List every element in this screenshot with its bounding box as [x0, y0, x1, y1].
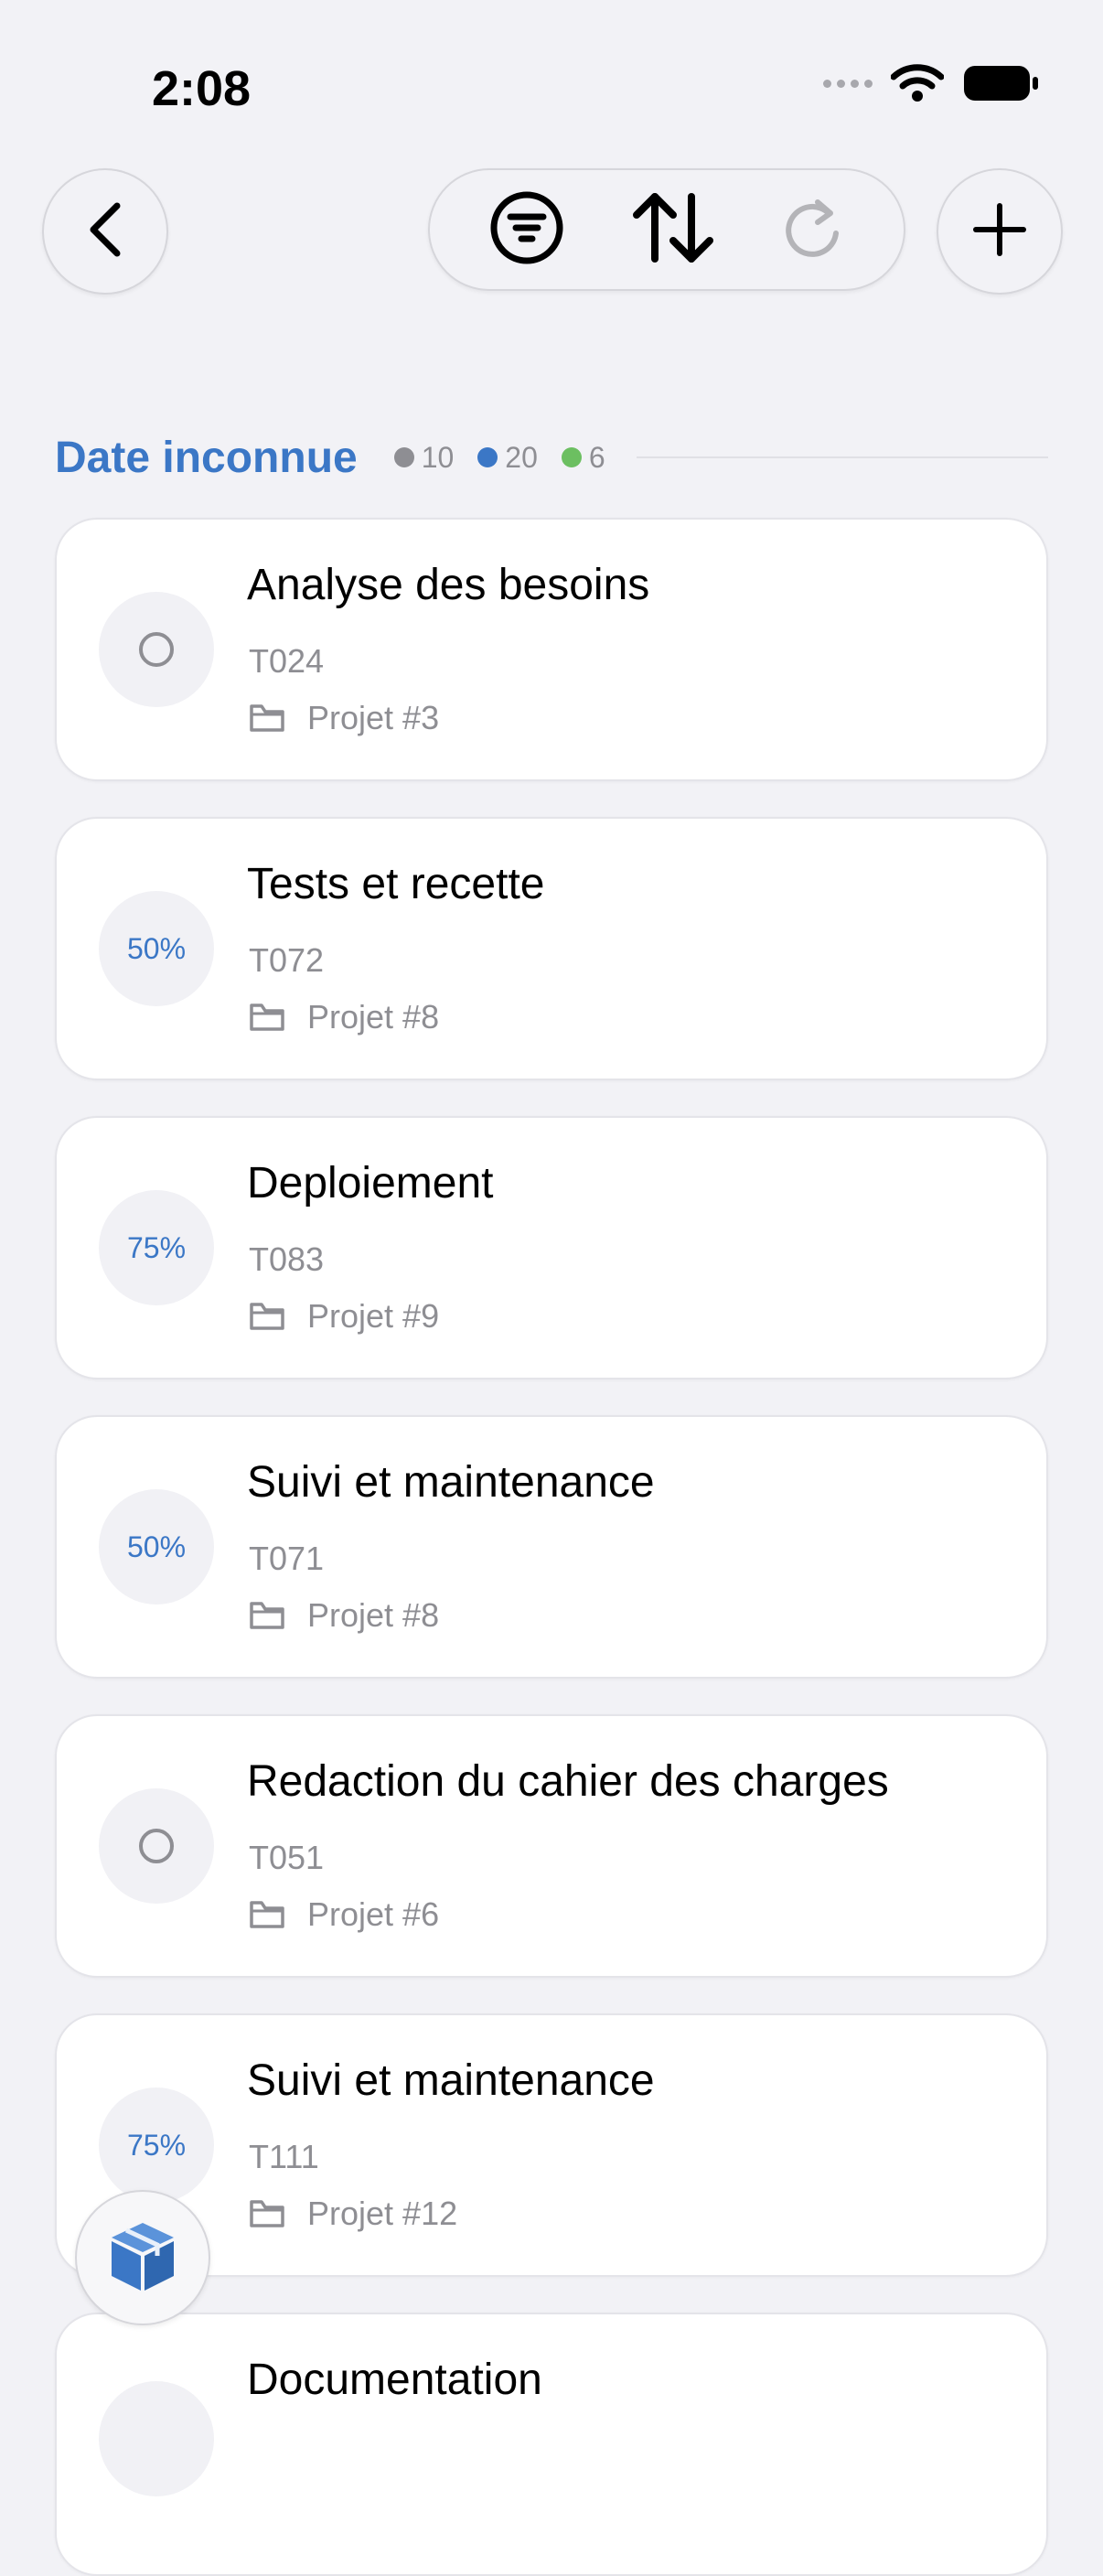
task-progress[interactable]: 50% — [99, 1489, 214, 1605]
task-card[interactable]: Documentation — [55, 2313, 1048, 2576]
status-time: 2:08 — [152, 61, 252, 116]
sort-icon — [627, 192, 719, 270]
folder-icon — [249, 1301, 285, 1332]
chevron-left-icon — [82, 200, 128, 263]
section-header: Date inconnue 10 20 6 — [55, 430, 1048, 485]
filter-icon — [488, 191, 565, 270]
empty-circle-icon — [139, 1829, 174, 1863]
task-card[interactable]: 75% Deploiement T083 Projet #9 — [55, 1116, 1048, 1379]
task-project: Projet #12 — [249, 2195, 457, 2233]
task-title: Suivi et maintenance — [247, 2056, 655, 2105]
toolbar-actions — [428, 168, 905, 291]
cellular-signal-icon — [823, 79, 873, 88]
status-indicators — [823, 64, 1039, 102]
task-code: T024 — [249, 642, 325, 680]
task-project-label: Projet #8 — [307, 998, 440, 1036]
in-progress-dot-icon — [477, 447, 498, 467]
status-counts: 10 20 6 — [393, 441, 605, 475]
task-title: Deploiement — [247, 1159, 494, 1208]
done-dot-icon — [561, 447, 582, 467]
task-card[interactable]: 50% Suivi et maintenance T071 Projet #8 — [55, 1415, 1048, 1679]
task-code: T111 — [249, 2138, 319, 2175]
back-button[interactable] — [42, 168, 168, 295]
task-code: T083 — [249, 1240, 325, 1278]
task-project: Projet #6 — [249, 1895, 439, 1934]
task-project-label: Projet #9 — [307, 1297, 440, 1335]
empty-circle-icon — [139, 632, 174, 667]
app-fab-button[interactable] — [75, 2190, 210, 2325]
task-project-label: Projet #3 — [307, 699, 440, 736]
task-project-label: Projet #12 — [307, 2195, 458, 2232]
task-project: Projet #8 — [249, 998, 439, 1036]
task-code: T051 — [249, 1839, 325, 1876]
add-button[interactable] — [937, 168, 1063, 295]
task-title: Analyse des besoins — [247, 561, 650, 609]
wifi-icon — [891, 64, 944, 102]
task-project: Projet #3 — [249, 699, 439, 737]
refresh-icon — [781, 199, 845, 266]
task-card[interactable]: 50% Tests et recette T072 Projet #8 — [55, 817, 1048, 1080]
count-in-progress: 20 — [477, 441, 538, 475]
battery-icon — [962, 64, 1039, 102]
section-title: Date inconnue — [55, 433, 358, 482]
section-divider — [636, 456, 1048, 458]
task-title: Suivi et maintenance — [247, 1458, 655, 1507]
task-title: Documentation — [247, 2356, 542, 2404]
todo-dot-icon — [393, 447, 414, 467]
task-code: T071 — [249, 1540, 325, 1577]
folder-icon — [249, 1600, 285, 1631]
task-progress[interactable]: 50% — [99, 891, 214, 1006]
task-title: Tests et recette — [247, 860, 545, 908]
task-title: Redaction du cahier des charges — [247, 1757, 889, 1806]
task-status-button[interactable] — [99, 592, 214, 707]
folder-icon — [249, 2198, 285, 2229]
task-progress[interactable]: 75% — [99, 1190, 214, 1305]
count-todo: 10 — [393, 441, 454, 475]
folder-icon — [249, 703, 285, 734]
task-status-button[interactable] — [99, 1788, 214, 1904]
task-project: Projet #8 — [249, 1596, 439, 1635]
task-code: T072 — [249, 941, 325, 979]
sort-button[interactable] — [627, 189, 719, 271]
task-card[interactable]: Analyse des besoins T024 Projet #3 — [55, 518, 1048, 781]
cube-icon — [108, 2219, 177, 2297]
folder-icon — [249, 1002, 285, 1033]
task-project-label: Projet #8 — [307, 1596, 440, 1634]
task-progress[interactable]: 75% — [99, 2088, 214, 2203]
task-project: Projet #9 — [249, 1297, 439, 1336]
plus-icon — [972, 202, 1027, 262]
task-card[interactable]: Redaction du cahier des charges T051 Pro… — [55, 1714, 1048, 1978]
count-done: 6 — [561, 441, 605, 475]
folder-icon — [249, 1899, 285, 1930]
task-project-label: Projet #6 — [307, 1895, 440, 1933]
refresh-button[interactable] — [781, 193, 845, 267]
filter-button[interactable] — [488, 189, 565, 271]
